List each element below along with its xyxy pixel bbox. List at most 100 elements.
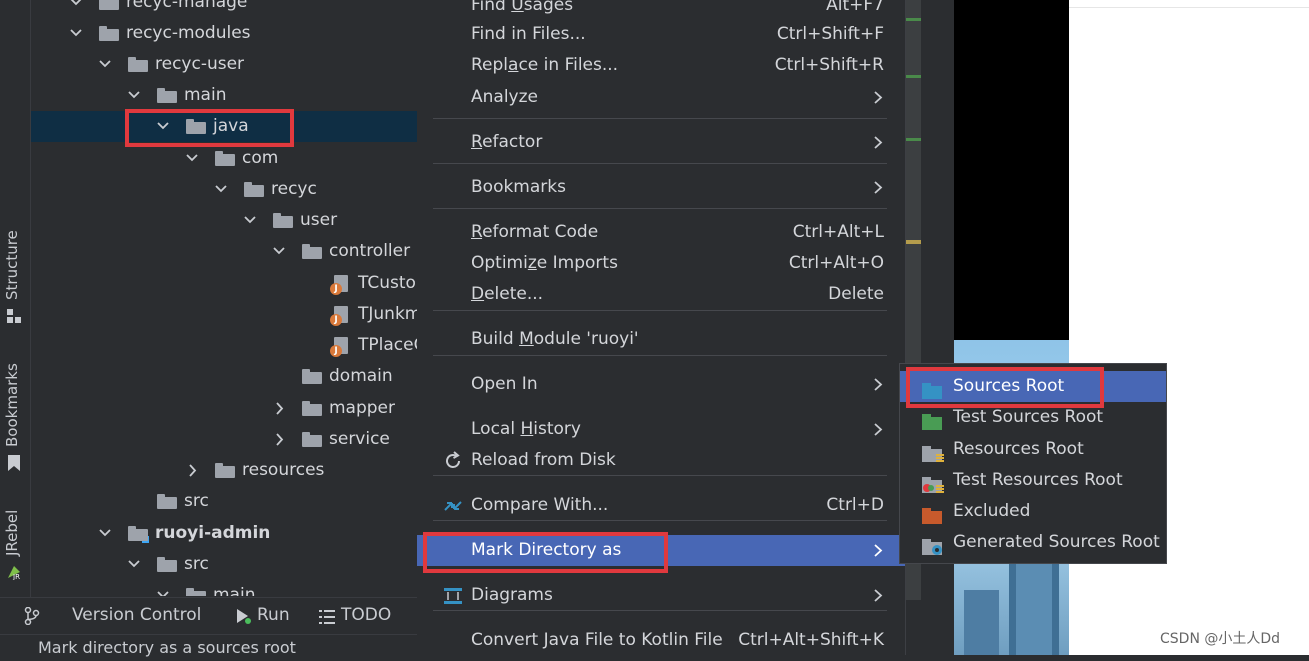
tree-node-label: com [242, 148, 279, 168]
tree-node-tcustor[interactable]: TCustor [31, 268, 417, 299]
tree-node-label: user [300, 210, 338, 230]
menu-item-label: Diagrams [471, 585, 553, 605]
chevron-right-icon [873, 82, 883, 124]
menu-item-shortcut: Ctrl+Shift+F [776, 24, 884, 44]
reload-icon [443, 451, 463, 471]
folder-icon [99, 0, 119, 10]
folder-icon [302, 244, 322, 259]
menu-item-compare-with[interactable]: Compare With... Ctrl+D [417, 490, 905, 521]
menu-item-analyze[interactable]: Analyze [417, 82, 905, 113]
tree-node-resources[interactable]: resources [31, 455, 417, 486]
highlight-box-mark-directory [423, 532, 668, 573]
menu-item-local-history[interactable]: Local History [417, 414, 905, 445]
todo-tab[interactable]: TODO [319, 605, 391, 625]
menu-item-open-in[interactable]: Open In [417, 369, 905, 400]
tree-node-ruoyi-admin[interactable]: ruoyi-admin [31, 518, 417, 549]
version-control-tab[interactable]: Version Control [24, 605, 202, 626]
tree-node-tplacec[interactable]: TPlaceC [31, 330, 417, 361]
tree-node-label: TJunkm [358, 304, 417, 324]
tree-node-label: src [184, 491, 209, 511]
structure-tab[interactable]: Structure [0, 220, 30, 330]
tree-node-label: main [213, 585, 256, 596]
menu-item-delete[interactable]: Delete... Delete [417, 279, 905, 310]
bookmarks-tab[interactable]: Bookmarks [0, 355, 30, 475]
menu-item-label: Replace in Files... [471, 55, 619, 75]
tree-node-label: recyc-modules [126, 23, 251, 43]
tree-node-com[interactable]: com [31, 143, 417, 174]
tree-node-label: resources [242, 460, 325, 480]
menu-item-shortcut: Ctrl+D [826, 495, 884, 515]
chevron-right-icon [873, 535, 883, 577]
menu-item-replace-in-files[interactable]: Replace in Files... Ctrl+Shift+R [417, 50, 905, 81]
tree-node-recyc-user[interactable]: recyc-user [31, 49, 417, 80]
tree-node-controller[interactable]: controller [31, 236, 417, 267]
tree-node-service[interactable]: service [31, 424, 417, 455]
project-tree[interactable]: recyc-manage recyc-modules recyc-user main j… [31, 0, 417, 596]
submenu-item-resources-root[interactable]: Resources Root [900, 434, 1166, 465]
menu-item-convert-java-file-to-kotlin-file[interactable]: Convert Java File to Kotlin File Ctrl+Alt… [417, 625, 905, 656]
menu-item-build-module-ruoyi[interactable]: Build Module 'ruoyi' [417, 324, 905, 355]
menu-item-shortcut: Ctrl+Shift+R [774, 55, 884, 75]
tree-node-recyc-manage[interactable]: recyc-manage [31, 0, 417, 18]
jrebel-tab[interactable]: JRebel JR [0, 500, 30, 588]
tree-node-recyc[interactable]: recyc [31, 174, 417, 205]
submenu-item-label: Test Resources Root [953, 470, 1123, 490]
folder-icon [99, 26, 119, 41]
folder-icon [157, 494, 177, 509]
run-icon [235, 608, 251, 629]
tree-node-main[interactable]: main [31, 80, 417, 111]
left-tool-stripe: Structure Bookmarks JRebel JR [0, 0, 31, 600]
menu-item-reload-from-disk[interactable]: Reload from Disk [417, 445, 905, 476]
menu-item-bookmarks[interactable]: Bookmarks [417, 172, 905, 203]
structure-icon [7, 308, 21, 323]
todo-icon [319, 609, 335, 629]
menu-item-label: Optimize Imports [471, 253, 618, 273]
submenu-item-excluded[interactable]: Excluded [900, 496, 1166, 527]
folder-icon [244, 182, 264, 197]
tree-node-label: TPlaceC [358, 335, 417, 355]
jrebel-icon: JR [6, 564, 22, 581]
menu-item-find-usages[interactable]: Find Usages Alt+F7 [417, 0, 905, 21]
module-folder-icon [128, 526, 149, 543]
tree-node-tjunkm[interactable]: TJunkm [31, 299, 417, 330]
tree-node-main[interactable]: main [31, 580, 417, 596]
version-control-label: Version Control [72, 605, 202, 625]
menu-item-label: Bookmarks [471, 177, 566, 197]
chevron-down-icon[interactable] [156, 580, 170, 596]
menu-item-label: Refactor [471, 132, 543, 152]
menu-item-optimize-imports[interactable]: Optimize Imports Ctrl+Alt+O [417, 248, 905, 279]
menu-item-label: Compare With... [471, 495, 609, 515]
tree-node-mapper[interactable]: mapper [31, 393, 417, 424]
tree-node-label: mapper [329, 398, 396, 418]
chevron-right-icon [873, 127, 883, 169]
tree-node-src[interactable]: src [31, 486, 417, 517]
submenu-item-test-resources-root[interactable]: Test Resources Root [900, 465, 1166, 496]
run-tab[interactable]: Run [235, 605, 290, 625]
menu-item-reformat-code[interactable]: Reformat Code Ctrl+Alt+L [417, 217, 905, 248]
test-sources-root-icon [922, 410, 944, 430]
chevron-right-icon [873, 369, 883, 411]
tree-node-src[interactable]: src [31, 549, 417, 580]
tree-node-label: TCustor [358, 273, 417, 293]
folder-icon [157, 557, 177, 572]
menu-item-label: Open In [471, 374, 538, 394]
menu-separator [433, 310, 887, 311]
menu-item-refactor[interactable]: Refactor [417, 127, 905, 158]
tree-node-user[interactable]: user [31, 205, 417, 236]
submenu-item-label: Generated Sources Root [953, 532, 1160, 552]
tree-node-recyc-modules[interactable]: recyc-modules [31, 18, 417, 49]
folder-icon [215, 463, 235, 478]
tree-node-label: recyc-user [155, 54, 245, 74]
menu-item-find-in-files[interactable]: Find in Files... Ctrl+Shift+F [417, 19, 905, 50]
chevron-right-icon [873, 172, 883, 214]
jrebel-tab-label: JRebel [3, 509, 21, 556]
menu-separator [433, 208, 887, 209]
folder-icon [128, 57, 148, 72]
menu-item-diagrams[interactable]: Diagrams [417, 580, 905, 611]
submenu-item-generated-sources-root[interactable]: Generated Sources Root [900, 527, 1166, 558]
status-text: Mark directory as a sources root [38, 638, 296, 657]
tree-node-label: controller [329, 241, 411, 261]
tree-node-domain[interactable]: domain [31, 361, 417, 392]
folder-icon [302, 369, 322, 384]
diagrams-icon [443, 586, 463, 606]
